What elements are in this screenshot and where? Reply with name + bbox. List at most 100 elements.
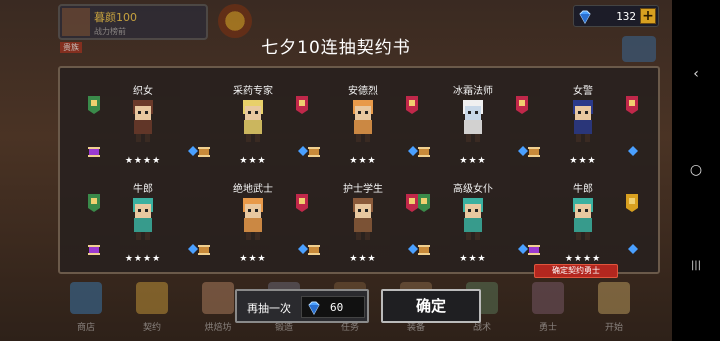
- class-badge-icon: [88, 96, 100, 114]
- class-badge-icon: [418, 194, 430, 212]
- hero-card[interactable]: 安德烈 ★★★: [308, 82, 418, 182]
- nav-item[interactable]: 商店: [64, 276, 108, 336]
- nav-item[interactable]: 烘焙坊: [196, 276, 240, 336]
- scroll-icon: [88, 245, 100, 255]
- class-badge-icon: [296, 194, 308, 212]
- class-badge-icon: [516, 96, 528, 114]
- hero-card[interactable]: 采药专家 ★★★: [198, 82, 308, 182]
- redraw-button[interactable]: 再抽一次 60: [235, 289, 369, 323]
- hero-name: 牛郎: [573, 184, 593, 195]
- add-gems-button[interactable]: +: [640, 8, 656, 24]
- hero-sprite: [133, 198, 153, 240]
- diamond-icon: [308, 301, 320, 316]
- class-badge-icon: [406, 96, 418, 114]
- diamond-icon: [579, 10, 591, 25]
- avatar: [62, 8, 90, 36]
- hero-name: 安德烈: [348, 86, 378, 97]
- nav-label: 契约: [142, 323, 161, 333]
- sword-icon: [298, 244, 308, 254]
- hero-card[interactable]: 绝地武士 ★★★: [198, 180, 308, 280]
- redraw-label: 再抽一次: [247, 302, 291, 315]
- hero-card[interactable]: 牛郎 ★★★★: [88, 180, 198, 280]
- hero-name: 织女: [133, 86, 153, 97]
- star-rating: ★★★: [349, 156, 377, 166]
- redraw-cost-value: 60: [330, 301, 344, 314]
- hero-name: 冰霜法师: [453, 86, 493, 97]
- baton-icon: [628, 146, 638, 156]
- scroll-icon: [528, 245, 540, 255]
- hero-card[interactable]: 护士学生 ★★★: [308, 180, 418, 280]
- hero-sprite: [573, 198, 593, 240]
- class-badge-icon: [406, 194, 418, 212]
- star-rating: ★★★★: [124, 254, 162, 264]
- hero-sprite: [133, 100, 153, 142]
- nav-item[interactable]: 契约: [130, 276, 174, 336]
- hero-sprite: [353, 198, 373, 240]
- scroll-icon: [198, 245, 210, 255]
- android-nav-bar: ‹ ○ |||: [672, 0, 720, 341]
- hero-card[interactable]: 高级女仆 ★★★: [418, 180, 528, 280]
- star-rating: ★★★★: [124, 156, 162, 166]
- home-icon[interactable]: ○: [688, 162, 704, 178]
- hero-card[interactable]: 织女 ★★★★: [88, 82, 198, 182]
- star-rating: ★★★: [349, 254, 377, 264]
- scroll-icon: [198, 147, 210, 157]
- hero-sprite: [353, 100, 373, 142]
- wand-icon: [518, 146, 528, 156]
- syringe-icon: [408, 244, 418, 254]
- gem-counter: 132 +: [573, 5, 659, 27]
- nav-icon: [532, 282, 564, 314]
- scroll-icon: [308, 245, 320, 255]
- star-rating: ★★★: [569, 156, 597, 166]
- hero-name: 牛郎: [133, 184, 153, 195]
- class-badge-icon: [296, 96, 308, 114]
- nav-icon: [598, 282, 630, 314]
- draw-results-panel: 织女 ★★★★ 采药专家 ★★★ 安德烈 ★★★ 冰霜法师 ★★★ 女警 ★★★…: [58, 66, 660, 274]
- hero-card[interactable]: 女警 ★★★: [528, 82, 638, 182]
- hero-name: 绝地武士: [233, 184, 273, 195]
- nav-item[interactable]: 开始: [592, 276, 636, 336]
- star-rating: ★★★: [239, 156, 267, 166]
- player-name: 暮颜100: [94, 11, 137, 24]
- scroll-icon: [88, 147, 100, 157]
- gem-icon: [188, 146, 198, 156]
- gem-icon: [408, 146, 418, 156]
- hero-name: 采药专家: [233, 86, 273, 97]
- star-icon: [628, 244, 638, 254]
- star-rating: ★★★: [459, 254, 487, 264]
- dialog-title: 七夕10连抽契约书: [261, 38, 411, 58]
- confirm-button[interactable]: 确定: [381, 289, 481, 323]
- hero-name: 高级女仆: [453, 184, 493, 195]
- back-icon[interactable]: ‹: [688, 66, 704, 82]
- star-rating: ★★★: [239, 254, 267, 264]
- nav-item[interactable]: 勇士: [526, 276, 570, 336]
- class-badge-icon: [626, 96, 638, 114]
- hero-card[interactable]: 冰霜法师 ★★★: [418, 82, 528, 182]
- hero-name: 护士学生: [343, 184, 383, 195]
- nav-icon: [136, 282, 168, 314]
- fan-icon: [518, 244, 528, 254]
- nav-label: 烘焙坊: [204, 323, 232, 333]
- gem-count: 132: [616, 10, 636, 23]
- hero-sprite: [243, 198, 263, 240]
- confirm-hero-tag: 确定契约勇士: [534, 264, 618, 278]
- hero-sprite: [463, 100, 483, 142]
- class-badge-icon: [88, 194, 100, 212]
- hero-sprite: [573, 100, 593, 142]
- nav-icon: [70, 282, 102, 314]
- hero-sprite: [463, 198, 483, 240]
- nav-label: 勇士: [538, 323, 557, 333]
- scroll-icon: [418, 147, 430, 157]
- scroll-icon: [308, 147, 320, 157]
- nav-icon: [202, 282, 234, 314]
- class-badge-icon: [626, 194, 638, 212]
- scroll-icon: [418, 245, 430, 255]
- star-rating: ★★★★: [564, 254, 602, 264]
- nav-label: 商店: [76, 323, 95, 333]
- recents-icon[interactable]: |||: [688, 258, 704, 274]
- star-icon: [188, 244, 198, 254]
- redraw-cost: 60: [301, 296, 365, 318]
- scroll-icon: [528, 147, 540, 157]
- hero-sprite: [243, 100, 263, 142]
- potion-icon: [298, 146, 308, 156]
